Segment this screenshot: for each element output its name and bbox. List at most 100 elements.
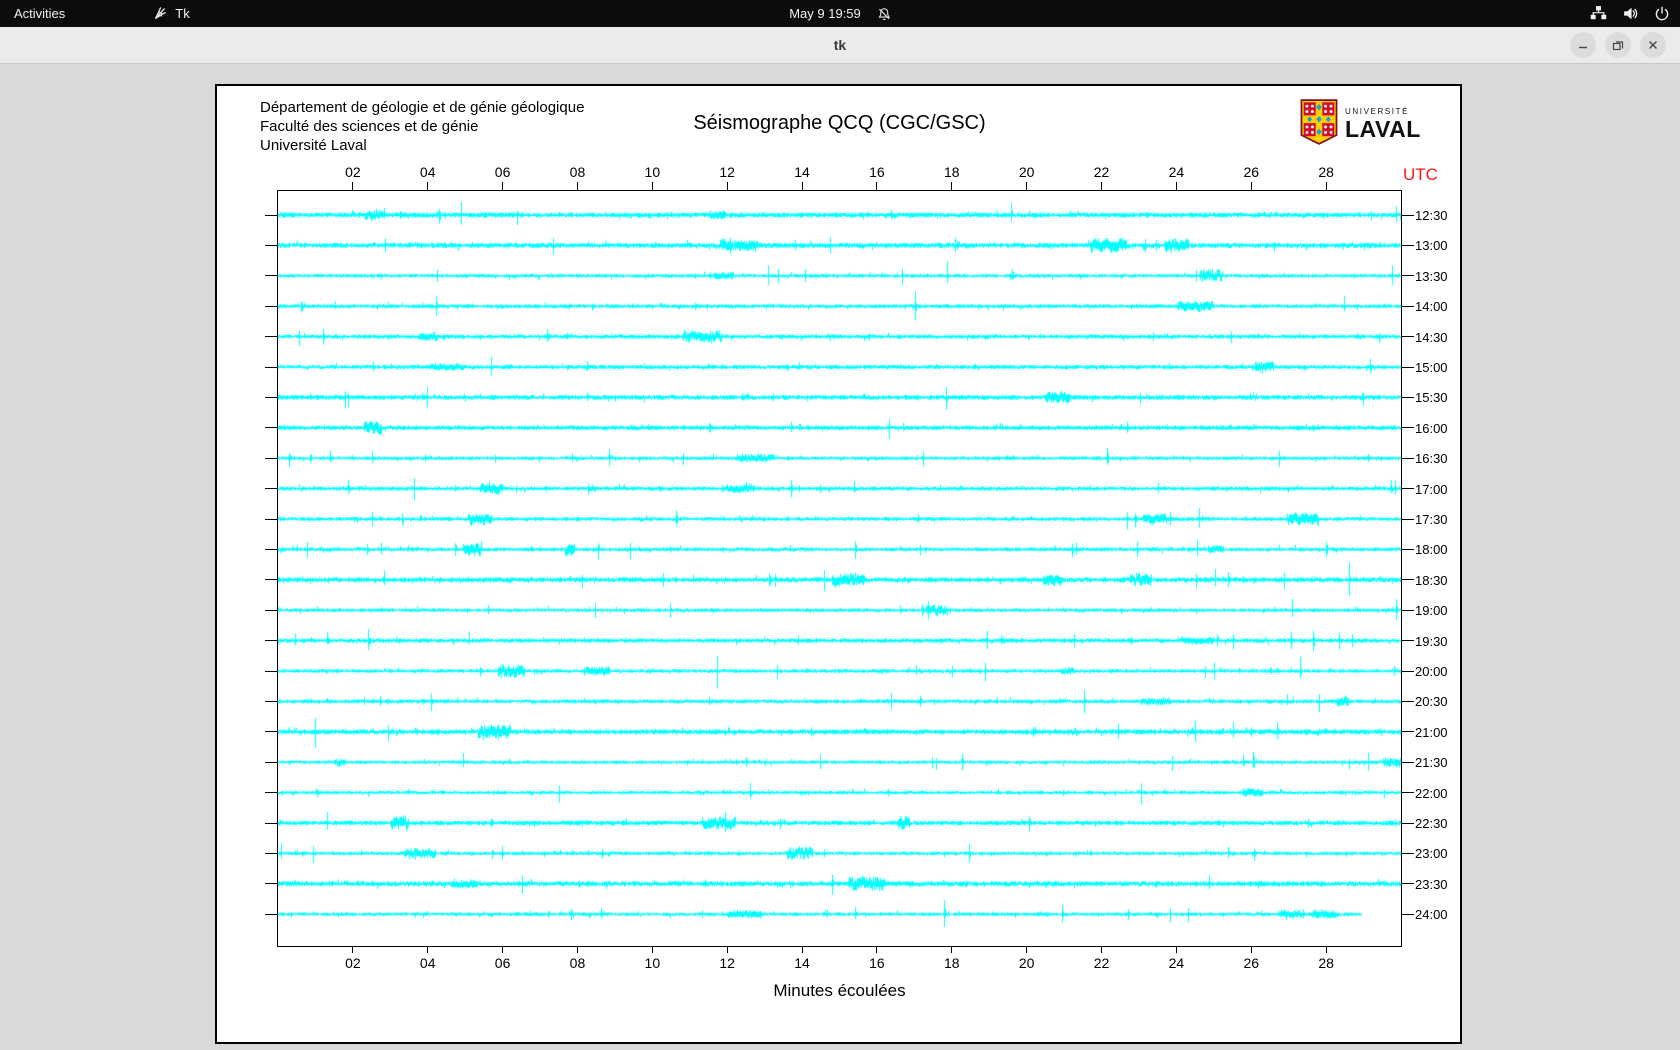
trace-time-label: 23:00 [1415, 846, 1448, 862]
trace-tick-left [265, 761, 277, 763]
trace-tick-right [1402, 731, 1414, 733]
trace-tick-left [265, 214, 277, 216]
trace-tick-left [265, 852, 277, 854]
trace-tick-left [265, 913, 277, 915]
trace-time-label: 23:30 [1415, 876, 1448, 892]
trace-tick-left [265, 427, 277, 429]
system-status-area[interactable] [1590, 0, 1670, 27]
trace-tick-right [1402, 609, 1414, 611]
x-tick-label-bottom: 12 [719, 955, 735, 971]
trace-tick-right [1402, 852, 1414, 854]
trace-tick-left [265, 366, 277, 368]
x-tick-label-bottom: 18 [944, 955, 960, 971]
header-line-3: Université Laval [260, 137, 367, 154]
x-tick-top [876, 182, 878, 190]
x-tick-top [1325, 182, 1327, 190]
x-tick-label-top: 12 [719, 164, 735, 180]
trace-time-label: 18:00 [1415, 542, 1448, 558]
gnome-top-bar: Activities Tk May 9 19:59 [0, 0, 1680, 27]
x-tick-bottom [1026, 947, 1028, 953]
close-button[interactable] [1640, 32, 1666, 58]
tk-icon [153, 6, 168, 21]
x-tick-label-bottom: 14 [794, 955, 810, 971]
trace-time-label: 16:00 [1415, 420, 1448, 436]
trace-tick-right [1402, 700, 1414, 702]
app-menu-label: Tk [175, 6, 190, 21]
trace-tick-right [1402, 518, 1414, 520]
x-tick-top [502, 182, 504, 190]
x-tick-label-bottom: 08 [569, 955, 586, 971]
trace-time-label: 13:00 [1415, 238, 1448, 254]
minimize-button[interactable] [1570, 32, 1596, 58]
trace-tick-left [265, 731, 277, 733]
window-titlebar[interactable]: tk [0, 27, 1680, 64]
seismograph-canvas [278, 191, 1401, 946]
trace-tick-right [1402, 883, 1414, 885]
trace-tick-right [1402, 670, 1414, 672]
trace-time-label: 22:30 [1415, 816, 1448, 831]
trace-tick-right [1402, 792, 1414, 794]
x-tick-top [1175, 182, 1177, 190]
x-tick-bottom [1250, 947, 1252, 953]
trace-time-label: 17:30 [1415, 512, 1448, 527]
x-tick-bottom [1175, 947, 1177, 953]
x-tick-label-top: 08 [569, 164, 586, 180]
app-menu-tk[interactable]: Tk [139, 0, 203, 27]
trace-tick-right [1402, 640, 1414, 642]
seismograph-panel: Département de géologie et de génie géol… [215, 84, 1462, 1044]
trace-time-label: 22:00 [1415, 785, 1448, 801]
trace-time-label: 18:30 [1415, 572, 1448, 588]
plot-title: Séismographe QCQ (CGC/GSC) [693, 112, 986, 134]
power-icon [1654, 6, 1670, 22]
trace-tick-left [265, 579, 277, 581]
x-axis-title: Minutes écoulées [773, 981, 906, 1000]
x-tick-label-top: 02 [345, 164, 361, 180]
x-tick-label-bottom: 22 [1093, 955, 1110, 971]
trace-tick-left [265, 883, 277, 885]
trace-tick-right [1402, 396, 1414, 398]
trace-time-label: 21:30 [1415, 755, 1448, 771]
x-tick-label-top: 18 [944, 164, 960, 180]
trace-time-label: 20:30 [1415, 694, 1448, 710]
trace-tick-right [1402, 336, 1414, 338]
x-tick-label-bottom: 06 [494, 955, 511, 971]
activities-label: Activities [14, 6, 66, 21]
trace-tick-left [265, 670, 277, 672]
trace-tick-right [1402, 366, 1414, 368]
trace-tick-left [265, 548, 277, 550]
x-tick-label-bottom: 26 [1243, 955, 1260, 971]
network-wired-icon [1590, 5, 1607, 22]
trace-time-label: 17:00 [1415, 481, 1448, 497]
x-tick-label-bottom: 10 [644, 955, 661, 971]
trace-tick-left [265, 244, 277, 246]
x-tick-label-bottom: 04 [419, 955, 436, 971]
trace-time-label: 24:00 [1415, 907, 1448, 923]
x-tick-label-top: 28 [1318, 164, 1334, 180]
x-tick-label-bottom: 28 [1318, 955, 1334, 971]
x-tick-label-top: 04 [419, 164, 436, 180]
x-tick-top [427, 182, 429, 190]
x-tick-label-top: 22 [1093, 164, 1110, 180]
trace-tick-left [265, 640, 277, 642]
x-tick-top [726, 182, 728, 190]
activities-button[interactable]: Activities [0, 0, 79, 27]
trace-time-label: 14:00 [1415, 299, 1448, 315]
x-tick-bottom [876, 947, 878, 953]
x-tick-top [951, 182, 953, 190]
trace-tick-left [265, 396, 277, 398]
x-tick-label-top: 20 [1018, 164, 1035, 180]
trace-tick-right [1402, 275, 1414, 277]
x-tick-label-bottom: 16 [869, 955, 885, 971]
x-tick-bottom [352, 947, 354, 953]
trace-tick-right [1402, 548, 1414, 550]
restore-button[interactable] [1605, 32, 1631, 58]
clock-area[interactable]: May 9 19:59 [789, 0, 891, 27]
trace-tick-left [265, 275, 277, 277]
x-tick-label-bottom: 20 [1018, 955, 1035, 971]
trace-tick-right [1402, 913, 1414, 915]
trace-tick-left [265, 700, 277, 702]
universite-laval-logo: UNIVERSITÉ LAVAL [1300, 99, 1421, 150]
x-tick-top [801, 182, 803, 190]
x-tick-top [352, 182, 354, 190]
x-tick-label-bottom: 24 [1168, 955, 1185, 971]
